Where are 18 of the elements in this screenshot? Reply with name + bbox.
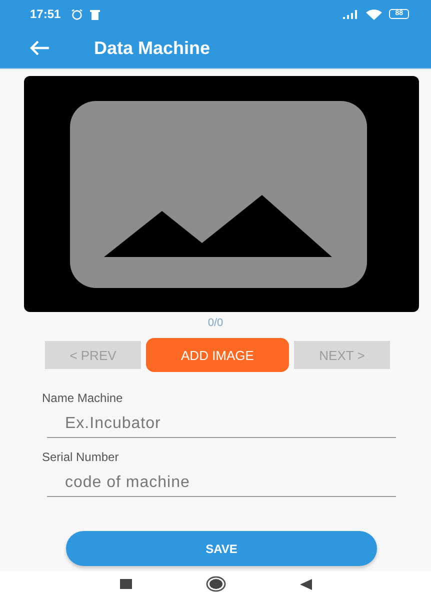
recents-icon[interactable]	[120, 579, 132, 589]
field-label: Serial Number	[42, 450, 119, 464]
save-button[interactable]: SAVE	[66, 531, 377, 566]
back-icon[interactable]	[300, 578, 312, 590]
field-label: Name Machine	[42, 391, 123, 405]
wifi-icon	[366, 8, 382, 20]
status-time: 17:51	[30, 7, 61, 21]
signal-icon	[343, 10, 360, 18]
image-placeholder-icon	[70, 100, 367, 288]
input-field[interactable]: Ex.Incubator	[47, 413, 396, 438]
input-field[interactable]: code of machine	[47, 472, 396, 497]
back-arrow-icon[interactable]	[30, 40, 50, 56]
alarm-icon	[70, 8, 83, 20]
screen-title: Data Machine	[94, 38, 210, 58]
add-image-button[interactable]: ADD IMAGE	[146, 338, 289, 372]
image-counter: 0/0	[206, 317, 224, 331]
home-icon[interactable]	[206, 576, 226, 592]
trash-icon	[90, 8, 100, 20]
